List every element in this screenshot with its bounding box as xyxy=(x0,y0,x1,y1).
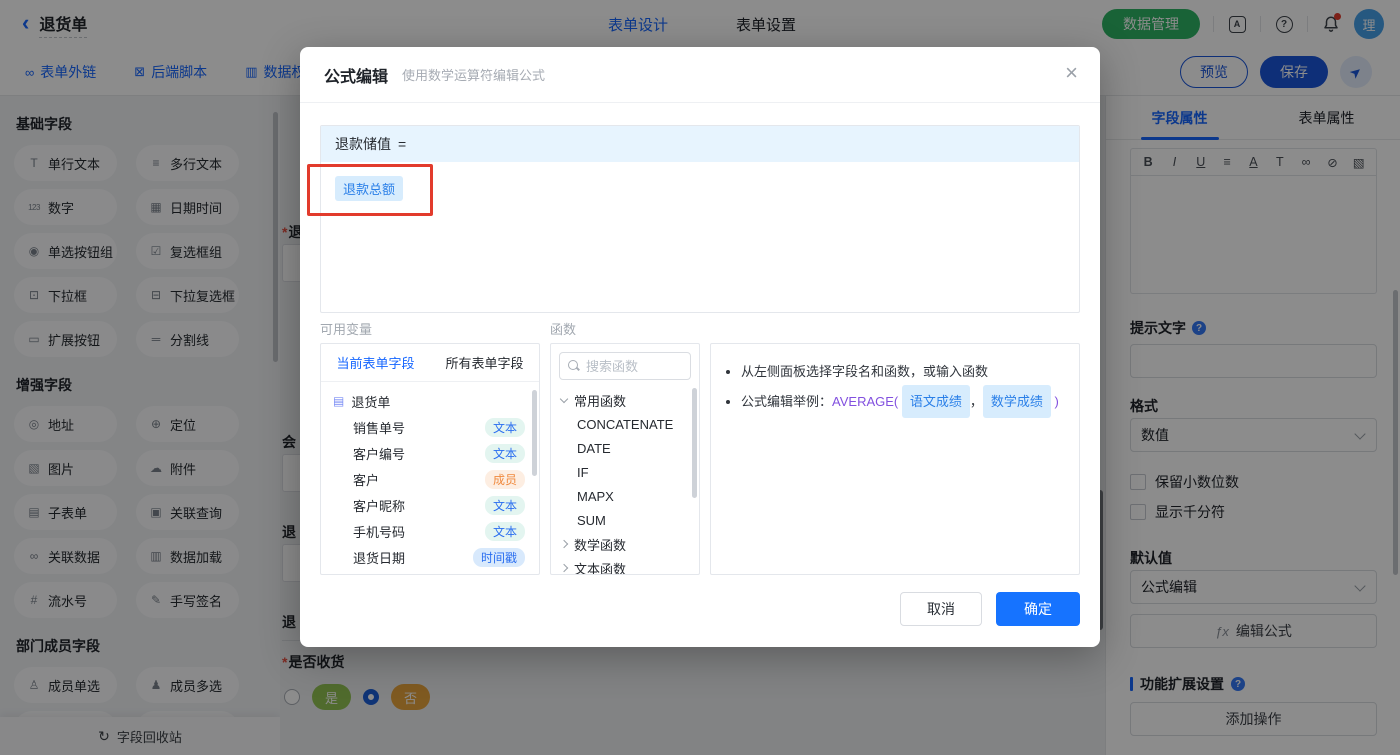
function-item[interactable]: DATE xyxy=(551,436,699,460)
tab-all-form-fields[interactable]: 所有表单字段 xyxy=(430,344,539,381)
variable-row[interactable]: 手机号码 文本 xyxy=(321,518,539,544)
close-icon[interactable]: × xyxy=(1065,62,1078,84)
chevron-collapsed-icon xyxy=(559,539,569,549)
app-root: ‹ 退货单 表单设计 表单设置 数据管理 A ? 理 ∞ 表单外链 ⊠ 后端脚本… xyxy=(0,0,1400,755)
formula-target-strip: 退款储值 = xyxy=(321,126,1079,162)
hint-line-2: 公式编辑举例：AVERAGE( 语文成绩，数学成绩 ) xyxy=(741,385,1079,418)
variables-panel: 当前表单字段 所有表单字段 ▤ 退货单 销售单号 文本 客户编号 文本 客户 成员 客… xyxy=(320,343,540,575)
chevron-collapsed-icon xyxy=(559,563,569,573)
variables-scrollbar[interactable] xyxy=(532,390,537,476)
formula-equals-sign: = xyxy=(398,136,407,152)
formula-editor-modal: 公式编辑 使用数学运算符编辑公式 × 退款储值 = 退款总额 可用变量 函数 当… xyxy=(300,47,1100,647)
variable-row[interactable]: 客户编号 文本 xyxy=(321,440,539,466)
example-tag-chinese-score: 语文成绩 xyxy=(901,385,970,418)
function-group-common[interactable]: 常用函数 xyxy=(551,388,699,412)
variable-row[interactable]: 销售单号 文本 xyxy=(321,414,539,440)
search-icon xyxy=(568,360,580,372)
hint-panel: 从左侧面板选择字段名和函数，或输入函数 公式编辑举例：AVERAGE( 语文成绩… xyxy=(710,343,1080,575)
variables-section-label: 可用变量 xyxy=(320,322,373,337)
doc-icon: ▤ xyxy=(333,394,345,408)
functions-scrollbar[interactable] xyxy=(692,388,697,498)
cancel-button[interactable]: 取消 xyxy=(900,592,982,626)
variable-row[interactable]: 客户 成员 xyxy=(321,466,539,492)
example-tag-math-score: 数学成绩 xyxy=(982,385,1051,418)
function-group-text[interactable]: 文本函数 xyxy=(551,556,699,574)
variables-tree: ▤ 退货单 销售单号 文本 客户编号 文本 客户 成员 客户昵称 文本 手机号码 文本 退… xyxy=(321,382,539,570)
variable-row[interactable]: 客户昵称 文本 xyxy=(321,492,539,518)
chevron-expanded-icon xyxy=(559,394,569,403)
modal-subtitle: 使用数学运算符编辑公式 xyxy=(402,68,546,83)
function-search-box xyxy=(559,352,691,380)
type-badge: 时间戳 xyxy=(472,547,525,567)
functions-section-label: 函数 xyxy=(550,322,577,337)
modal-header: 公式编辑 使用数学运算符编辑公式 × xyxy=(300,47,1100,103)
function-item[interactable]: IF xyxy=(551,460,699,484)
function-item[interactable]: CONCATENATE xyxy=(551,412,699,436)
type-badge: 文本 xyxy=(484,495,525,515)
example-function-close: ) xyxy=(1054,394,1059,409)
hint-list: 从左侧面板选择字段名和函数，或输入函数 公式编辑举例：AVERAGE( 语文成绩… xyxy=(711,358,1079,418)
function-group-math[interactable]: 数学函数 xyxy=(551,532,699,556)
formula-target-name: 退款储值 xyxy=(335,136,391,152)
example-function-name: AVERAGE( xyxy=(832,394,899,409)
confirm-button[interactable]: 确定 xyxy=(996,592,1080,626)
hint-line-1: 从左侧面板选择字段名和函数，或输入函数 xyxy=(741,358,1079,385)
functions-panel: 常用函数 CONCATENATE DATE IF MAPX SUM 数学函数 文… xyxy=(550,343,700,575)
function-search-input[interactable] xyxy=(586,358,678,374)
function-item[interactable]: MAPX xyxy=(551,484,699,508)
type-badge: 文本 xyxy=(484,417,525,437)
type-badge: 文本 xyxy=(484,443,525,463)
type-badge: 文本 xyxy=(484,521,525,541)
formula-editor-box: 退款储值 = 退款总额 xyxy=(320,125,1080,313)
variable-row[interactable]: 退货日期 时间戳 xyxy=(321,544,539,570)
variables-tabs: 当前表单字段 所有表单字段 xyxy=(321,344,539,382)
tab-current-form-fields[interactable]: 当前表单字段 xyxy=(321,344,430,381)
type-badge: 成员 xyxy=(484,469,525,489)
tree-root-form[interactable]: ▤ 退货单 xyxy=(321,388,539,414)
modal-title: 公式编辑 xyxy=(324,68,389,86)
function-item[interactable]: SUM xyxy=(551,508,699,532)
formula-token-refund-total[interactable]: 退款总额 xyxy=(335,176,404,201)
formula-input-area[interactable]: 退款总额 xyxy=(321,162,1079,215)
